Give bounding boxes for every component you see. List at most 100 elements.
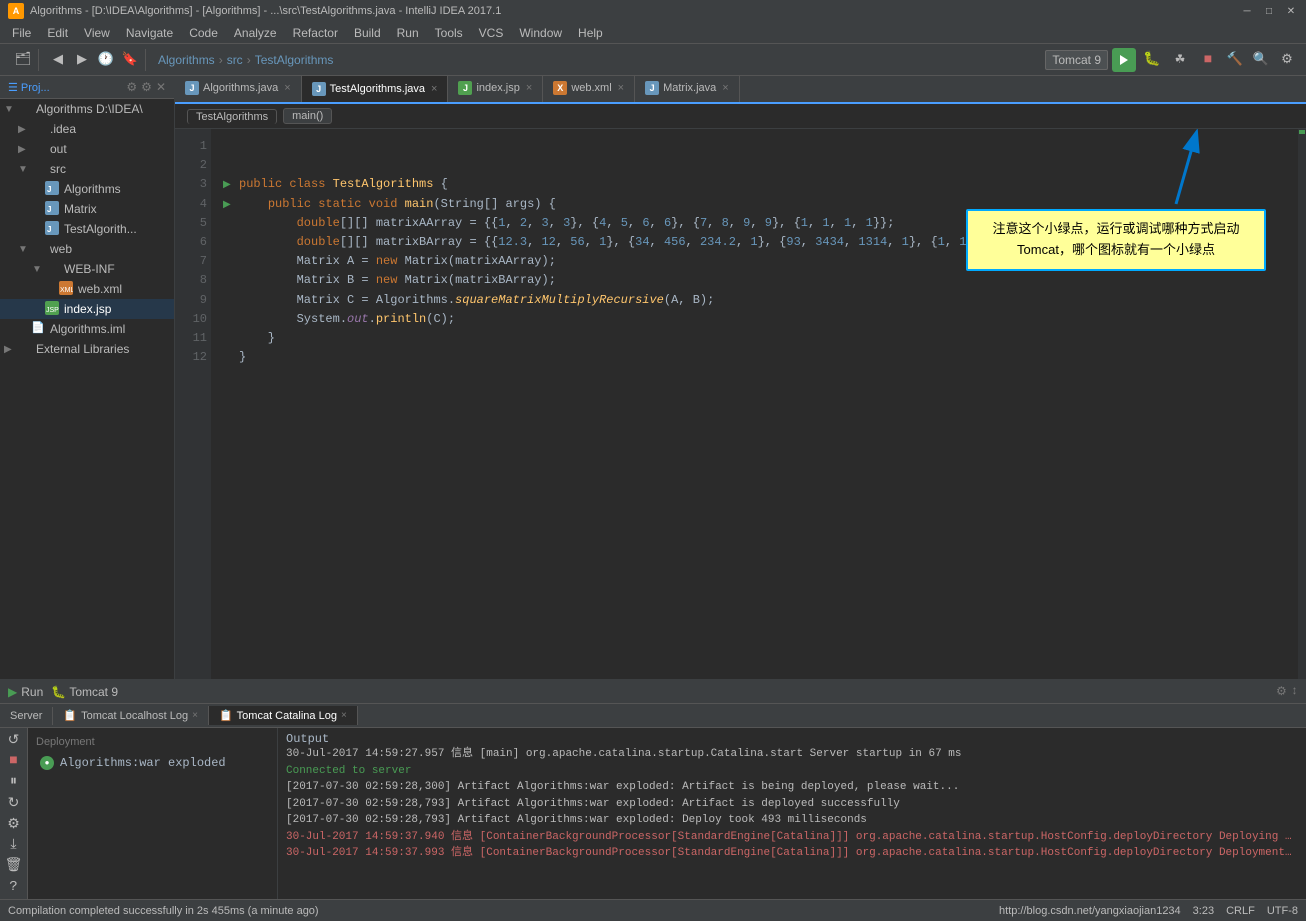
tree-label-10: index.jsp: [64, 302, 111, 316]
deploy-status-icon: ●: [40, 756, 54, 770]
menu-item-navigate[interactable]: Navigate: [118, 24, 181, 42]
tree-item-external-libraries[interactable]: ▶External Libraries: [0, 339, 174, 359]
tab-index-jsp[interactable]: J index.jsp ×: [448, 76, 543, 102]
svg-text:J: J: [47, 205, 51, 214]
tab-close-jsp[interactable]: ×: [526, 82, 532, 94]
tab-web-xml[interactable]: X web.xml ×: [543, 76, 635, 102]
tree-label-4: Algorithms: [64, 182, 121, 196]
tab-catalina-close[interactable]: ×: [341, 710, 347, 721]
tab-catalina-log[interactable]: 📋 Tomcat Catalina Log ×: [209, 706, 358, 725]
menu-item-build[interactable]: Build: [346, 24, 389, 42]
menu-item-refactor[interactable]: Refactor: [285, 24, 346, 42]
line-numbers: 123456789101112: [175, 129, 211, 679]
tree-gear-button[interactable]: ⚙: [141, 80, 152, 94]
status-right: http://blog.csdn.net/yangxiaojian1234 3:…: [999, 905, 1298, 917]
nav-class-btn[interactable]: TestAlgorithms: [187, 109, 277, 124]
run-button[interactable]: [1112, 48, 1136, 72]
stop-icon[interactable]: ■: [3, 753, 25, 770]
toolbar-recent-button[interactable]: 🕐: [95, 49, 117, 71]
tree-hide-button[interactable]: ✕: [156, 80, 166, 94]
status-crlf[interactable]: CRLF: [1226, 905, 1255, 917]
svg-text:J: J: [47, 185, 51, 194]
maximize-button[interactable]: □: [1262, 4, 1276, 18]
tree-item-src[interactable]: ▼src: [0, 159, 174, 179]
tree-item-algorithms[interactable]: ▼Algorithms D:\IDEA\: [0, 99, 174, 119]
toolbar-forward-button[interactable]: ▶: [71, 49, 93, 71]
pause-icon-bottom[interactable]: ⏸: [3, 774, 25, 791]
code-text-11: }: [239, 348, 246, 367]
panel-settings-icon[interactable]: ⚙: [1276, 684, 1287, 699]
toolbar-project-icon[interactable]: 🗂: [12, 49, 34, 71]
nav-method-btn[interactable]: main(): [283, 108, 332, 124]
minimize-button[interactable]: ─: [1240, 4, 1254, 18]
tab-close-test[interactable]: ×: [431, 83, 437, 95]
tab-testalgorithms-java[interactable]: J TestAlgorithms.java ×: [302, 76, 449, 102]
code-text-9: }: [239, 329, 275, 348]
status-encoding[interactable]: UTF-8: [1267, 905, 1298, 917]
status-line-col[interactable]: 3:23: [1193, 905, 1214, 917]
menu-item-window[interactable]: Window: [511, 24, 570, 42]
menu-item-tools[interactable]: Tools: [427, 24, 471, 42]
window-controls[interactable]: ─ □ ✕: [1240, 4, 1298, 18]
tree-item-web-xml[interactable]: XMLweb.xml: [0, 279, 174, 299]
breadcrumb-src[interactable]: src: [227, 53, 243, 67]
tab-icon-algorithms: J: [185, 81, 199, 95]
status-url[interactable]: http://blog.csdn.net/yangxiaojian1234: [999, 905, 1181, 917]
help-icon[interactable]: ?: [3, 878, 25, 895]
refresh-panel-icon[interactable]: ↻: [3, 795, 25, 812]
toolbar-back-button[interactable]: ◀: [47, 49, 69, 71]
tab-close-xml[interactable]: ×: [618, 82, 624, 94]
menu-item-edit[interactable]: Edit: [39, 24, 76, 42]
tree-item-index-jsp[interactable]: JSPindex.jsp: [0, 299, 174, 319]
settings-button[interactable]: ⚙: [1276, 49, 1298, 71]
tab-localhost-log[interactable]: 📋 Tomcat Localhost Log ×: [53, 706, 209, 725]
tree-icon-9: XML: [58, 281, 74, 297]
menu-item-vcs[interactable]: VCS: [471, 24, 512, 42]
title-bar: A Algorithms - [D:\IDEA\Algorithms] - [A…: [0, 0, 1306, 22]
panel-run-label: Run: [21, 685, 43, 699]
deployment-item[interactable]: ● Algorithms:war exploded: [36, 754, 269, 772]
right-gutter: [1298, 129, 1306, 679]
tab-server[interactable]: Server: [0, 707, 53, 725]
menu-item-view[interactable]: View: [76, 24, 118, 42]
breadcrumb-algorithms[interactable]: Algorithms: [158, 53, 215, 67]
menu-bar: FileEditViewNavigateCodeAnalyzeRefactorB…: [0, 22, 1306, 44]
breadcrumb-file[interactable]: TestAlgorithms: [255, 53, 334, 67]
gutter-indicator: [1299, 130, 1305, 134]
tab-close-algorithms[interactable]: ×: [284, 82, 290, 94]
code-text-8: System.out.println(C);: [239, 310, 455, 329]
menu-item-help[interactable]: Help: [570, 24, 611, 42]
menu-item-file[interactable]: File: [4, 24, 39, 42]
scroll-end-icon[interactable]: ⤓: [3, 837, 25, 854]
tree-item-algorithms[interactable]: J Algorithms: [0, 179, 174, 199]
build-button[interactable]: 🔨: [1224, 49, 1246, 71]
tab-matrix-java[interactable]: J Matrix.java ×: [635, 76, 740, 102]
tree-item-matrix[interactable]: JMatrix: [0, 199, 174, 219]
run-config-selector[interactable]: Tomcat 9: [1045, 50, 1108, 70]
line-number-6: 6: [179, 233, 207, 252]
tree-item-web-inf[interactable]: ▼WEB-INF: [0, 259, 174, 279]
tree-item-algorithms-iml[interactable]: 📄Algorithms.iml: [0, 319, 174, 339]
close-panel-icon[interactable]: 🗑: [3, 857, 25, 874]
rerun-icon[interactable]: ↺: [3, 732, 25, 749]
debug-button[interactable]: 🐛: [1140, 48, 1164, 72]
tab-localhost-close[interactable]: ×: [192, 710, 198, 721]
search-button[interactable]: 🔍: [1250, 49, 1272, 71]
tab-algorithms-java[interactable]: J Algorithms.java ×: [175, 76, 302, 102]
settings-panel-icon[interactable]: ⚙: [3, 816, 25, 833]
menu-item-run[interactable]: Run: [389, 24, 427, 42]
panel-expand-icon[interactable]: ↕: [1291, 684, 1298, 699]
tree-sync-button[interactable]: ⚙: [126, 80, 137, 94]
close-button[interactable]: ✕: [1284, 4, 1298, 18]
line-number-7: 7: [179, 252, 207, 271]
menu-item-analyze[interactable]: Analyze: [226, 24, 285, 42]
stop-button[interactable]: ■: [1196, 48, 1220, 72]
tree-item-testalgorith---[interactable]: JTestAlgorith...: [0, 219, 174, 239]
tree-item-web[interactable]: ▼web: [0, 239, 174, 259]
toolbar-bookmark-button[interactable]: 🔖: [119, 49, 141, 71]
menu-item-code[interactable]: Code: [181, 24, 226, 42]
coverage-button[interactable]: ☘: [1168, 48, 1192, 72]
tab-close-matrix[interactable]: ×: [722, 82, 728, 94]
tree-item--idea[interactable]: ▶.idea: [0, 119, 174, 139]
tree-item-out[interactable]: ▶out: [0, 139, 174, 159]
